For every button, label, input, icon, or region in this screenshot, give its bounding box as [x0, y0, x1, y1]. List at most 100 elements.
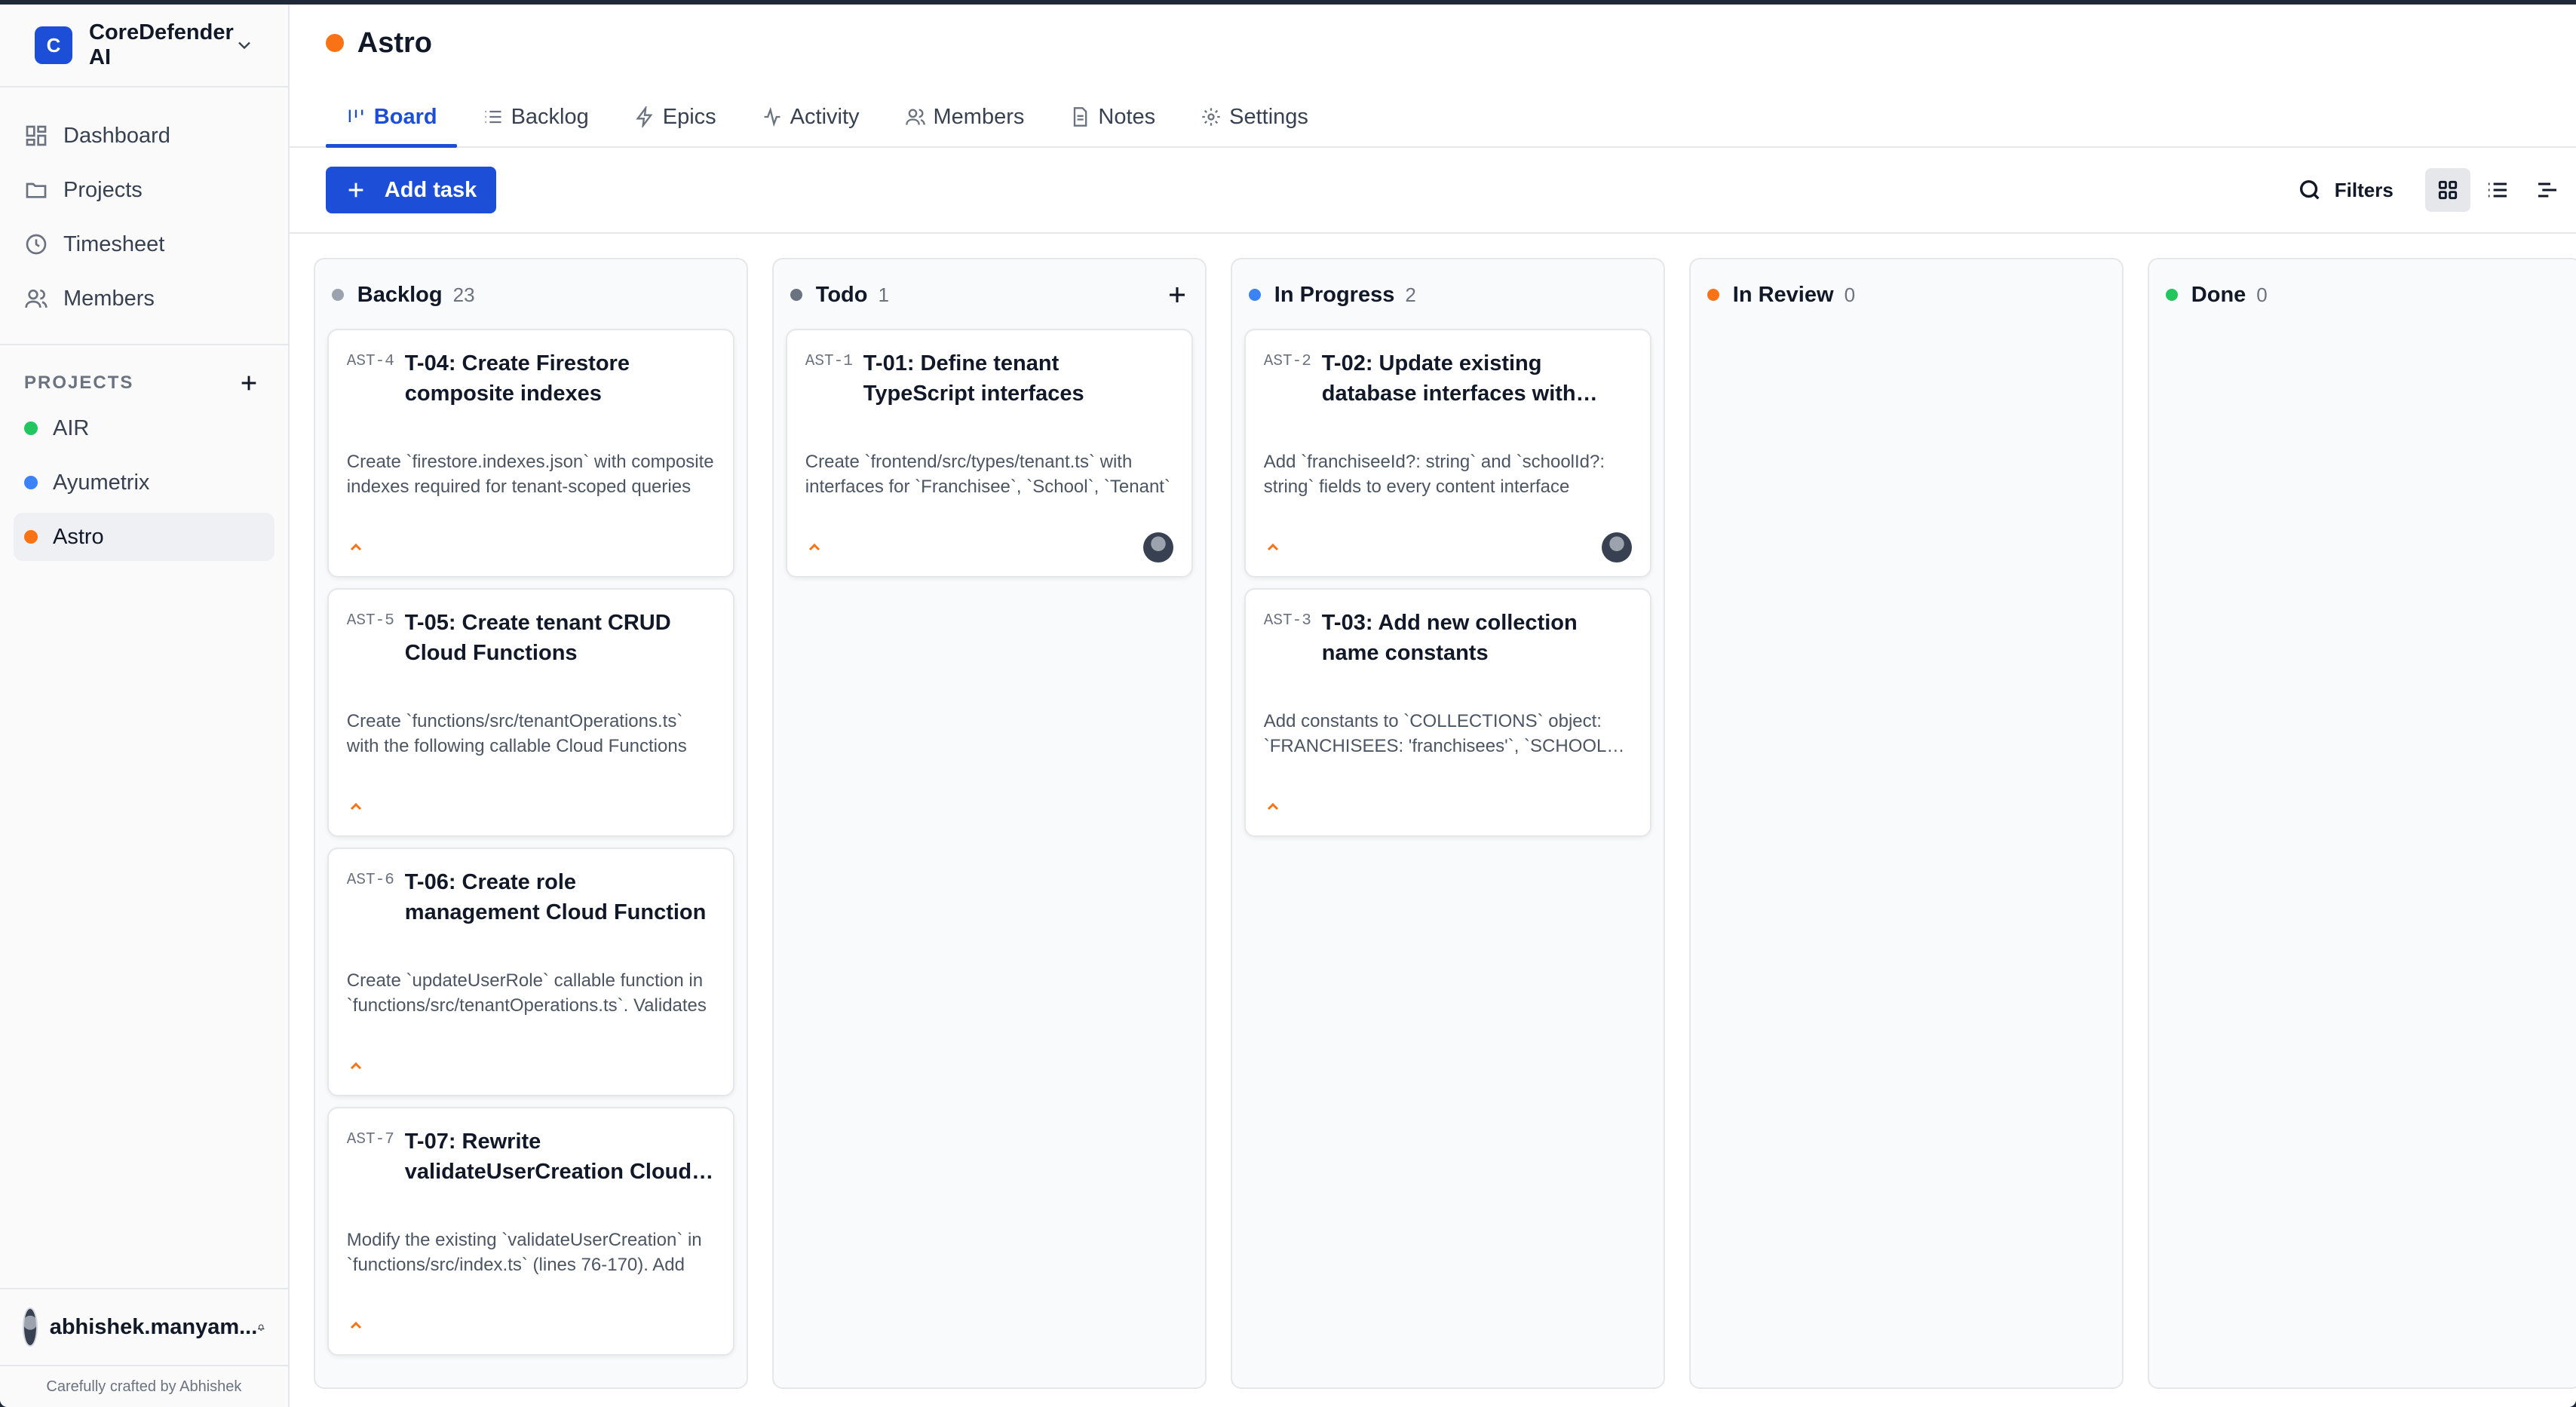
- task-title: T-07: Rewrite validateUserCreation Cloud…: [404, 1130, 692, 1184]
- column-count: 0: [1844, 283, 1856, 306]
- project-item-label: Ayumetrix: [53, 470, 150, 495]
- tab-members[interactable]: Members: [885, 87, 1044, 146]
- project-color-dot: [24, 476, 38, 489]
- column-title: In Review: [1732, 282, 1834, 307]
- column-header: In Review 0: [1703, 271, 2110, 318]
- project-color-dot: [24, 421, 38, 435]
- column-header: Done 0: [2161, 271, 2568, 318]
- tab-epics[interactable]: Epics: [615, 87, 736, 146]
- tab-notes[interactable]: Notes: [1050, 87, 1175, 146]
- column-todo: Todo 1 AST-1 T-01: Define tenant TypeScr…: [771, 258, 1207, 1389]
- assignee-avatar[interactable]: [1601, 532, 1632, 562]
- board-toolbar: Add task Filters: [289, 148, 2576, 234]
- status-dot: [1248, 289, 1261, 301]
- tab-backlog[interactable]: Backlog: [463, 87, 609, 146]
- column-count: 0: [2256, 283, 2268, 306]
- nav-item-timesheet[interactable]: Timesheet: [14, 217, 274, 271]
- board-view-button[interactable]: [2424, 168, 2470, 212]
- status-dot: [1707, 289, 1719, 301]
- tab-label: Members: [933, 104, 1025, 129]
- column-in-review: In Review 0: [1688, 258, 2124, 1389]
- sidebar: C CoreDefender AI Dashboard Projects Tim…: [0, 5, 290, 1407]
- task-card[interactable]: AST-6 T-06: Create role management Cloud…: [327, 848, 734, 1096]
- folder-icon: [26, 182, 47, 198]
- clock-icon: [26, 234, 47, 255]
- card-header: AST-2 T-02: Update existing database int…: [1264, 348, 1632, 409]
- task-title: T-01: Define tenant TypeScript interface…: [863, 351, 1084, 406]
- assignee-avatar[interactable]: [1142, 532, 1173, 562]
- task-description: Create `frontend/src/types/tenant.ts` wi…: [805, 452, 1170, 497]
- filters-label: Filters: [2334, 178, 2394, 201]
- projects-section-title: PROJECTS: [24, 372, 134, 393]
- task-title: T-03: Add new collection name constants: [1321, 611, 1578, 665]
- task-card[interactable]: AST-1 T-01: Define tenant TypeScript int…: [785, 329, 1193, 578]
- workspace-switcher[interactable]: C CoreDefender AI: [0, 5, 288, 87]
- add-task-icon[interactable]: [1166, 284, 1188, 306]
- tab-activity[interactable]: Activity: [742, 87, 879, 146]
- tab-board[interactable]: Board: [325, 87, 457, 148]
- column-header: Todo 1: [786, 271, 1193, 318]
- task-key: AST-5: [346, 612, 394, 630]
- list-icon: [485, 110, 501, 124]
- task-description: Create `firestore.indexes.json` with com…: [346, 452, 714, 497]
- tab-label: Board: [373, 104, 437, 129]
- task-card[interactable]: AST-7 T-07: Rewrite validateUserCreation…: [327, 1107, 734, 1356]
- user-name: abhishek.manyam...: [49, 1314, 258, 1339]
- task-key: AST-4: [346, 353, 394, 370]
- tab-settings[interactable]: Settings: [1181, 87, 1328, 146]
- nav-item-members[interactable]: Members: [14, 271, 274, 326]
- users-icon: [25, 290, 48, 308]
- nav-item-dashboard[interactable]: Dashboard: [14, 109, 274, 163]
- kanban-board: Backlog 23 AST-4 T-04: Create Firestore …: [289, 234, 2576, 1407]
- column-backlog: Backlog 23 AST-4 T-04: Create Firestore …: [313, 258, 748, 1389]
- card-footer: [1264, 529, 1632, 566]
- chevron-down-icon[interactable]: [234, 35, 255, 56]
- card-footer: [347, 1307, 715, 1344]
- workspace-logo: C: [35, 26, 72, 64]
- column-done: Done 0: [2147, 258, 2576, 1389]
- project-header: Astro: [290, 5, 2576, 65]
- column-title: In Progress: [1274, 282, 1395, 307]
- task-card[interactable]: AST-3 T-03: Add new collection name cons…: [1244, 588, 1651, 837]
- card-header: AST-7 T-07: Rewrite validateUserCreation…: [347, 1127, 715, 1187]
- task-title: T-06: Create role management Cloud Funct…: [404, 870, 707, 924]
- nav-item-label: Members: [63, 286, 155, 311]
- list-view-button[interactable]: [2475, 168, 2520, 212]
- tab-label: Activity: [790, 104, 860, 129]
- project-color-dot: [325, 34, 344, 52]
- project-item-air[interactable]: AIR: [14, 404, 274, 452]
- timeline-view-button[interactable]: [2525, 168, 2570, 212]
- column-in-progress: In Progress 2 AST-2 T-02: Update existin…: [1230, 258, 1665, 1389]
- timeline-icon: [2538, 182, 2556, 198]
- task-description: Add `franchiseeId?: string` and `schoolI…: [1263, 452, 1605, 497]
- column-header: In Progress 2: [1244, 271, 1651, 318]
- project-item-ayumetrix[interactable]: Ayumetrix: [14, 458, 274, 507]
- task-key: AST-2: [1263, 353, 1311, 370]
- task-card[interactable]: AST-2 T-02: Update existing database int…: [1244, 329, 1651, 578]
- task-key: AST-7: [346, 1131, 394, 1148]
- card-header: AST-5 T-05: Create tenant CRUD Cloud Fun…: [347, 608, 715, 668]
- user-menu[interactable]: abhishek.manyam...: [0, 1288, 288, 1365]
- column-count: 2: [1405, 283, 1416, 306]
- bell-icon[interactable]: [257, 1315, 265, 1339]
- nav-item-projects[interactable]: Projects: [14, 163, 274, 217]
- filters-button[interactable]: Filters: [2297, 177, 2394, 203]
- projects-header: PROJECTS: [0, 345, 288, 404]
- task-title: T-05: Create tenant CRUD Cloud Functions: [404, 611, 671, 665]
- task-card[interactable]: AST-4 T-04: Create Firestore composite i…: [327, 329, 734, 578]
- project-item-astro[interactable]: Astro: [14, 513, 274, 561]
- project-color-dot: [24, 530, 38, 544]
- add-project-icon[interactable]: [238, 372, 259, 394]
- task-description: Create `updateUserRole` callable functio…: [346, 970, 707, 1016]
- card-header: AST-4 T-04: Create Firestore composite i…: [347, 348, 715, 409]
- nav-item-label: Dashboard: [63, 123, 170, 148]
- task-card[interactable]: AST-5 T-05: Create tenant CRUD Cloud Fun…: [327, 588, 734, 837]
- column-count: 23: [452, 283, 475, 306]
- add-task-button[interactable]: Add task: [325, 167, 497, 213]
- task-description: Modify the existing `validateUserCreatio…: [346, 1230, 702, 1275]
- card-footer: [347, 789, 715, 825]
- priority-high-icon: [1267, 802, 1278, 811]
- project-item-label: Astro: [53, 524, 104, 549]
- project-tabs: Board Backlog Epics Activity Members Not…: [289, 65, 2576, 148]
- board-icon: [348, 109, 363, 122]
